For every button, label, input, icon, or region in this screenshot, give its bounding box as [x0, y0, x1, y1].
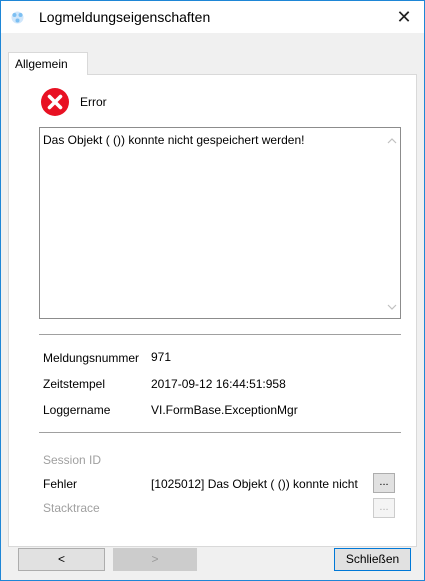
message-text: Das Objekt ( ()) konnte nicht gespeicher…	[43, 133, 305, 147]
error-label: Fehler	[43, 477, 78, 491]
error-details-button[interactable]: ...	[373, 473, 395, 493]
stacktrace-details-button[interactable]: ...	[373, 498, 395, 518]
scroll-down-icon[interactable]	[387, 302, 397, 312]
logger-value: VI.FormBase.ExceptionMgr	[151, 403, 298, 417]
close-window-button[interactable]: ✕	[384, 1, 424, 33]
title-bar[interactable]: Logmeldungseigenschaften ✕	[1, 1, 424, 33]
error-value: [1025012] Das Objekt ( ()) konnte nicht	[151, 477, 358, 491]
error-icon	[41, 88, 69, 116]
number-label: Meldungsnummer	[43, 351, 140, 365]
session-id-label: Session ID	[43, 453, 102, 467]
next-button[interactable]: >	[113, 548, 197, 571]
divider	[39, 334, 401, 335]
tab-panel-general: Error Das Objekt ( ()) konnte nicht gesp…	[8, 74, 417, 547]
message-textbox[interactable]: Das Objekt ( ()) konnte nicht gespeicher…	[39, 127, 401, 319]
tab-allgemein[interactable]: Allgemein	[8, 52, 88, 75]
logger-label: Loggername	[43, 403, 111, 417]
dialog-window: Logmeldungseigenschaften ✕ Allgemein Err…	[0, 0, 425, 581]
close-button[interactable]: Schließen	[334, 548, 411, 571]
stacktrace-label: Stacktrace	[43, 501, 100, 515]
timestamp-label: Zeitstempel	[43, 377, 106, 391]
timestamp-value: 2017-09-12 16:44:51:958	[151, 377, 286, 391]
number-value: 971	[151, 350, 172, 364]
divider	[39, 432, 401, 433]
close-icon: ✕	[396, 6, 412, 27]
scroll-up-icon[interactable]	[387, 136, 397, 146]
message-level: Error	[80, 95, 107, 109]
app-icon	[11, 11, 24, 24]
window-title: Logmeldungseigenschaften	[39, 9, 211, 25]
previous-button[interactable]: <	[18, 548, 105, 571]
